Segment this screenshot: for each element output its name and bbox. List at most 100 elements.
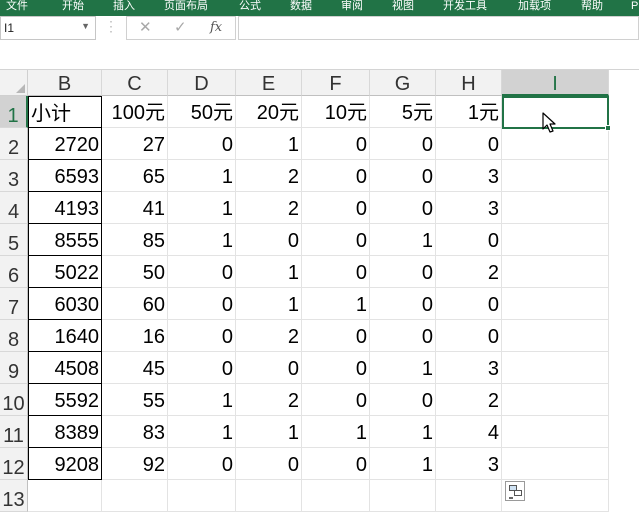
cell-f5[interactable]: 0 [302,224,370,256]
cell-f1[interactable]: 10元 [302,96,370,128]
cell-g8[interactable]: 0 [370,320,436,352]
cell-f8[interactable]: 0 [302,320,370,352]
cell-h13[interactable] [436,480,502,512]
cell-b3[interactable]: 6593 [28,160,102,192]
cell-d11[interactable]: 1 [168,416,236,448]
column-header-c[interactable]: C [102,70,168,96]
cell-b5[interactable]: 8555 [28,224,102,256]
row-header-13[interactable]: 13 [0,480,28,512]
cell-c5[interactable]: 85 [102,224,168,256]
tab-developer[interactable]: 开发工具 [443,0,487,16]
row-header-9[interactable]: 9 [0,352,28,384]
cell-b9[interactable]: 4508 [28,352,102,384]
formula-input[interactable] [238,16,639,40]
cell-i6[interactable] [502,256,609,288]
cell-c7[interactable]: 60 [102,288,168,320]
cell-b13[interactable] [28,480,102,512]
cell-c2[interactable]: 27 [102,128,168,160]
cell-e12[interactable]: 0 [236,448,302,480]
cell-e9[interactable]: 0 [236,352,302,384]
cell-b6[interactable]: 5022 [28,256,102,288]
cell-e5[interactable]: 0 [236,224,302,256]
cell-f4[interactable]: 0 [302,192,370,224]
cell-g11[interactable]: 1 [370,416,436,448]
cell-h6[interactable]: 2 [436,256,502,288]
cell-i11[interactable] [502,416,609,448]
row-header-8[interactable]: 8 [0,320,28,352]
cell-f6[interactable]: 0 [302,256,370,288]
cell-i4[interactable] [502,192,609,224]
cell-b4[interactable]: 4193 [28,192,102,224]
cell-i7[interactable] [502,288,609,320]
cell-h10[interactable]: 2 [436,384,502,416]
tab-formulas[interactable]: 公式 [239,0,261,16]
cell-f12[interactable]: 0 [302,448,370,480]
row-header-4[interactable]: 4 [0,192,28,224]
tab-view[interactable]: 视图 [392,0,414,16]
column-header-g[interactable]: G [370,70,436,96]
cell-g13[interactable] [370,480,436,512]
cell-b2[interactable]: 2720 [28,128,102,160]
cell-i3[interactable] [502,160,609,192]
tab-page-layout[interactable]: 页面布局 [164,0,208,16]
cell-b10[interactable]: 5592 [28,384,102,416]
cell-f9[interactable]: 0 [302,352,370,384]
cell-g12[interactable]: 1 [370,448,436,480]
name-box[interactable]: I1 ▼ [0,16,96,40]
cell-d6[interactable]: 0 [168,256,236,288]
cell-g7[interactable]: 0 [370,288,436,320]
cell-g4[interactable]: 0 [370,192,436,224]
cell-d9[interactable]: 0 [168,352,236,384]
cell-h2[interactable]: 0 [436,128,502,160]
cell-f11[interactable]: 1 [302,416,370,448]
tab-data[interactable]: 数据 [290,0,312,16]
row-header-3[interactable]: 3 [0,160,28,192]
cell-d1[interactable]: 50元 [168,96,236,128]
row-header-12[interactable]: 12 [0,448,28,480]
column-header-e[interactable]: E [236,70,302,96]
cell-e1[interactable]: 20元 [236,96,302,128]
row-header-1[interactable]: 1 [0,96,28,128]
cell-b1[interactable]: 小计 [28,96,102,128]
cell-g10[interactable]: 0 [370,384,436,416]
cell-d5[interactable]: 1 [168,224,236,256]
cell-c6[interactable]: 50 [102,256,168,288]
cell-i5[interactable] [502,224,609,256]
cell-c12[interactable]: 92 [102,448,168,480]
cell-d7[interactable]: 0 [168,288,236,320]
tab-overflow[interactable]: P [631,0,638,16]
cell-e10[interactable]: 2 [236,384,302,416]
cell-c9[interactable]: 45 [102,352,168,384]
cell-c3[interactable]: 65 [102,160,168,192]
row-header-5[interactable]: 5 [0,224,28,256]
cell-f13[interactable] [302,480,370,512]
tab-addins[interactable]: 加载项 [518,0,551,16]
tab-insert[interactable]: 插入 [113,0,135,16]
cancel-icon[interactable]: ✕ [139,20,152,36]
cell-h7[interactable]: 0 [436,288,502,320]
cell-d8[interactable]: 0 [168,320,236,352]
insert-function-icon[interactable]: fx [210,20,222,36]
cell-g9[interactable]: 1 [370,352,436,384]
row-header-2[interactable]: 2 [0,128,28,160]
formula-bar-splitter-icon[interactable]: ⋮ [104,18,118,35]
tab-file[interactable]: 文件 [6,0,28,16]
cell-b7[interactable]: 6030 [28,288,102,320]
cell-i9[interactable] [502,352,609,384]
cell-c1[interactable]: 100元 [102,96,168,128]
row-header-10[interactable]: 10 [0,384,28,416]
cell-d3[interactable]: 1 [168,160,236,192]
cell-e3[interactable]: 2 [236,160,302,192]
cell-h1[interactable]: 1元 [436,96,502,128]
cell-e2[interactable]: 1 [236,128,302,160]
cell-b8[interactable]: 1640 [28,320,102,352]
cell-g1[interactable]: 5元 [370,96,436,128]
cell-e7[interactable]: 1 [236,288,302,320]
cell-h9[interactable]: 3 [436,352,502,384]
cell-i8[interactable] [502,320,609,352]
cell-g3[interactable]: 0 [370,160,436,192]
cell-e6[interactable]: 1 [236,256,302,288]
cell-i12[interactable] [502,448,609,480]
cell-e4[interactable]: 2 [236,192,302,224]
cell-g2[interactable]: 0 [370,128,436,160]
